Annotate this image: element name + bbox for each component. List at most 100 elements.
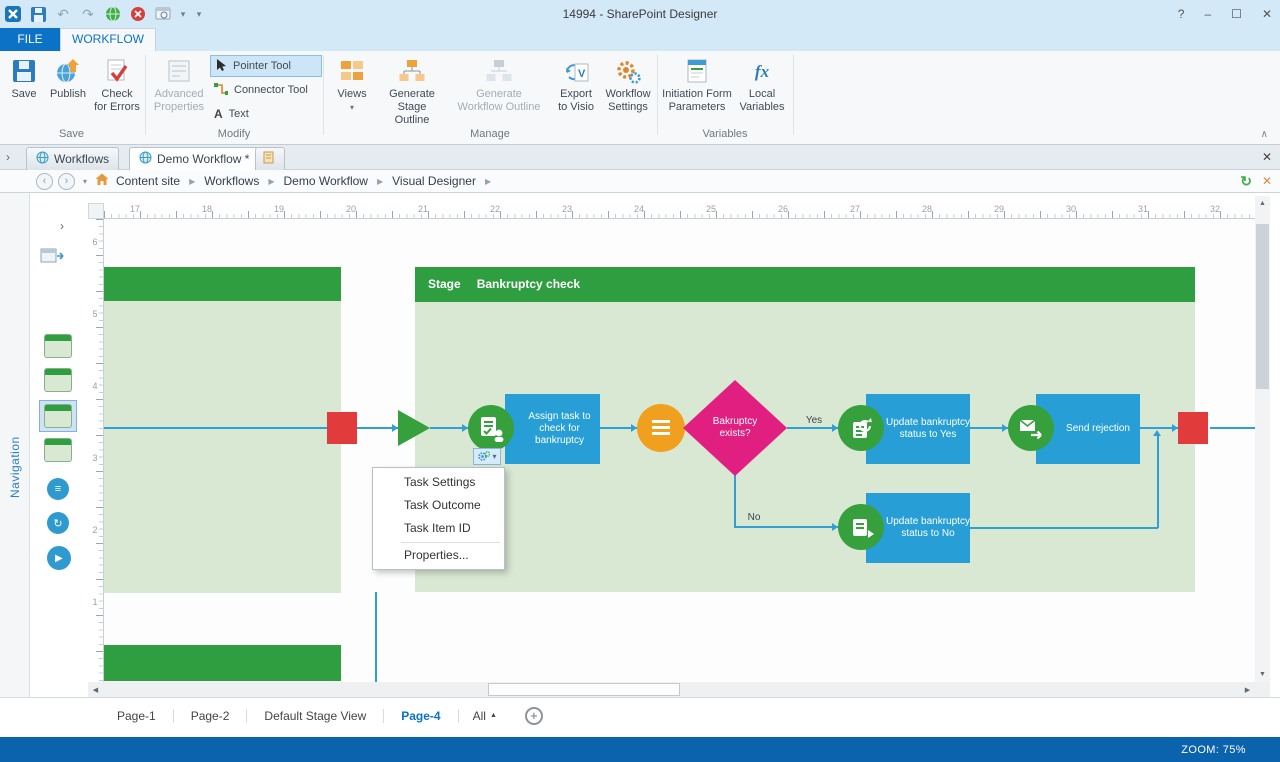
group-separator: [657, 55, 658, 135]
update-status-no-icon[interactable]: [838, 504, 884, 550]
initiation-form-parameters-button[interactable]: Initiation Form Parameters: [662, 55, 732, 114]
page-tab-1[interactable]: Page-1: [100, 709, 173, 723]
scroll-up-icon[interactable]: ▲: [1255, 196, 1270, 211]
arrowhead: [1153, 430, 1161, 436]
palette-action-thumb[interactable]: [44, 438, 72, 462]
vertical-scrollbar[interactable]: ▲ ▼: [1255, 196, 1270, 682]
close-tab-icon[interactable]: ✕: [1262, 150, 1272, 164]
crumb-separator-icon: ▶: [478, 177, 498, 186]
back-icon[interactable]: ‹: [36, 173, 53, 190]
collapse-ribbon-icon[interactable]: ∧: [1261, 129, 1268, 140]
workflow-settings-button[interactable]: Workflow Settings: [602, 55, 654, 114]
publish-button[interactable]: Publish: [46, 55, 90, 101]
left-stage-header[interactable]: [104, 267, 341, 301]
menu-item-properties[interactable]: Properties...: [373, 545, 504, 566]
ruler-number: 19: [269, 204, 289, 214]
globe-icon: [139, 151, 152, 167]
save-icon[interactable]: [29, 5, 47, 23]
exit-stage-shape[interactable]: [1178, 412, 1208, 444]
bottom-stage-header[interactable]: [104, 645, 341, 681]
tab-demo-workflow[interactable]: Demo Workflow *: [129, 147, 259, 170]
expand-panel-icon[interactable]: ›: [6, 150, 10, 164]
page-tab-4[interactable]: Page-4: [384, 709, 457, 723]
forward-icon[interactable]: ›: [58, 173, 75, 190]
init-form-label-2: Parameters: [669, 101, 726, 113]
workflow-settings-icon: [602, 55, 654, 87]
page-tab-2[interactable]: Page-2: [174, 709, 247, 723]
views-label: Views: [337, 88, 366, 100]
mini-tab[interactable]: [255, 147, 285, 170]
minimize-button[interactable]: –: [1204, 7, 1211, 21]
qat-customize-icon[interactable]: ▾: [194, 5, 204, 23]
export-to-visio-button[interactable]: V Export to Visio: [552, 55, 600, 114]
palette-expand-icon[interactable]: ›: [60, 219, 64, 233]
assign-task-icon[interactable]: [468, 405, 514, 451]
refresh-icon[interactable]: ↻: [1240, 173, 1252, 190]
close-site-icon[interactable]: [129, 5, 147, 23]
horizontal-scrollbar[interactable]: ◀ ▶: [88, 682, 1255, 697]
export-visio-icon: V: [552, 55, 600, 87]
palette-parallel-icon[interactable]: ≡: [47, 478, 69, 500]
task-options-dropdown-button[interactable]: ▾: [473, 448, 501, 465]
update-status-yes-icon[interactable]: [838, 405, 884, 451]
wf-settings-label-2: Settings: [608, 101, 648, 113]
scroll-right-icon[interactable]: ▶: [1240, 682, 1255, 697]
enter-stage-shape[interactable]: [327, 412, 357, 444]
navigation-pane-label[interactable]: Navigation: [8, 378, 22, 498]
local-variables-button[interactable]: fx Local Variables: [736, 55, 788, 114]
scroll-left-icon[interactable]: ◀: [88, 682, 103, 697]
help-button[interactable]: ?: [1178, 7, 1185, 21]
breadcrumb-item[interactable]: Workflows: [204, 174, 259, 188]
connector-line: [104, 427, 327, 429]
page-tab-default-stage-view[interactable]: Default Stage View: [247, 709, 383, 723]
add-page-button[interactable]: +: [525, 707, 543, 725]
save-button[interactable]: Save: [4, 55, 44, 101]
file-tab[interactable]: FILE: [0, 28, 60, 51]
breadcrumb-item[interactable]: Demo Workflow: [284, 174, 368, 188]
preview-dropdown-icon[interactable]: ▾: [179, 5, 187, 23]
parallel-block-shape[interactable]: [637, 404, 685, 452]
stage-header-bankruptcy-check[interactable]: Stage Bankruptcy check: [415, 267, 1195, 302]
left-stage-body[interactable]: [104, 301, 341, 593]
maximize-button[interactable]: ☐: [1231, 7, 1242, 21]
menu-item-task-settings[interactable]: Task Settings: [373, 471, 504, 494]
assign-task-box[interactable]: Assign task to check for bankruptcy: [505, 394, 600, 464]
palette-loop-icon[interactable]: ↻: [47, 512, 69, 534]
tab-workflows[interactable]: Workflows: [26, 147, 119, 170]
status-bar: ZOOM: 75%: [0, 737, 1280, 762]
palette-start-icon[interactable]: ▶: [47, 546, 71, 570]
update-status-no-label: Update bankruptcy status to No: [886, 516, 970, 540]
connector-tool-button[interactable]: Connector Tool: [210, 79, 322, 101]
breadcrumb-item[interactable]: Visual Designer: [392, 174, 476, 188]
history-dropdown-icon[interactable]: ▾: [77, 177, 93, 186]
menu-item-task-outcome[interactable]: Task Outcome: [373, 494, 504, 517]
undo-icon[interactable]: ↶: [54, 5, 72, 23]
workflow-canvas[interactable]: Stage Bankruptcy check Ass: [104, 219, 1255, 682]
redo-icon[interactable]: ↷: [79, 5, 97, 23]
palette-stage-thumb[interactable]: [44, 334, 72, 358]
site-icon[interactable]: [104, 5, 122, 23]
preview-browser-icon[interactable]: [154, 5, 172, 23]
globe-icon: [36, 151, 49, 167]
palette-step-thumb[interactable]: [44, 368, 72, 392]
home-icon[interactable]: [95, 173, 114, 189]
breadcrumb-item[interactable]: Content site: [116, 174, 180, 188]
send-rejection-icon[interactable]: [1008, 405, 1054, 451]
shapes-panel-icon[interactable]: [40, 247, 64, 270]
close-button[interactable]: ✕: [1262, 7, 1272, 21]
zoom-level[interactable]: ZOOM: 75%: [1181, 744, 1246, 756]
palette-selected-item[interactable]: [39, 400, 77, 432]
menu-item-task-item-id[interactable]: Task Item ID: [373, 517, 504, 540]
check-for-errors-button[interactable]: Check for Errors: [92, 55, 142, 114]
pointer-tool-button[interactable]: Pointer Tool: [210, 55, 322, 77]
vertical-scrollbar-thumb[interactable]: [1256, 224, 1269, 389]
scroll-down-icon[interactable]: ▼: [1255, 667, 1270, 682]
generate-stage-outline-button[interactable]: Generate Stage Outline: [380, 55, 444, 127]
views-button[interactable]: Views ▾: [328, 55, 376, 114]
page-tab-all[interactable]: All ▲: [459, 709, 511, 723]
start-shape[interactable]: [398, 410, 430, 446]
text-tool-button[interactable]: A Text: [210, 103, 322, 125]
horizontal-scrollbar-thumb[interactable]: [488, 683, 680, 696]
tab-workflow[interactable]: WORKFLOW: [60, 28, 156, 51]
stop-icon[interactable]: ✕: [1262, 174, 1272, 188]
